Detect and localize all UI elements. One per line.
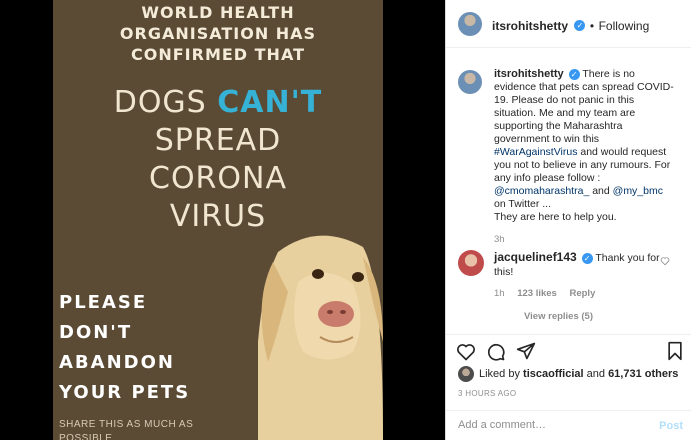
dog-illustration <box>258 235 383 440</box>
share-icon[interactable] <box>516 341 536 361</box>
commenter-avatar[interactable] <box>458 250 484 276</box>
who-line-1: WORLD HEALTH <box>141 3 295 22</box>
following-button[interactable]: Following <box>599 19 650 33</box>
please-line-3: ABANDON <box>59 352 175 373</box>
likes-summary: Liked by tiscaofficial and 61,731 others <box>479 368 678 380</box>
likes-others[interactable]: 61,731 others <box>608 368 678 380</box>
comment-input[interactable] <box>458 419 648 431</box>
caption-username[interactable]: itsrohitshetty <box>494 68 564 80</box>
headline-dogs: DOGS <box>113 85 218 120</box>
share-line-1: SHARE THIS AS MUCH AS <box>59 419 194 430</box>
headline-line-3: CORONA <box>149 161 287 196</box>
comment-meta: 1h 123 likes Reply <box>494 288 595 299</box>
post-header: itsrohitshetty ✓ • Following <box>446 0 691 48</box>
post-timestamp[interactable]: 3 HOURS AGO <box>458 389 516 398</box>
post-image[interactable]: WORLD HEALTH ORGANISATION HAS CONFIRMED … <box>53 0 383 440</box>
verified-badge-icon: ✓ <box>568 68 580 80</box>
please-line-2: DON'T <box>59 322 133 343</box>
verified-badge-icon: ✓ <box>574 20 586 32</box>
post-side-panel: itsrohitshetty ✓ • Following itsrohitshe… <box>445 0 691 440</box>
view-replies-button[interactable]: View replies (5) <box>524 311 593 322</box>
post-comment-button[interactable]: Post <box>659 420 683 432</box>
image-share-text: SHARE THIS AS MUCH AS POSSIBLE <box>59 418 193 440</box>
headline-cant: CAN'T <box>217 85 323 120</box>
caption-avatar[interactable] <box>458 70 482 94</box>
post-caption: itsrohitshetty ✓ There is no evidence th… <box>494 68 674 246</box>
liker-avatar[interactable] <box>458 366 474 382</box>
likes-and: and <box>586 368 605 380</box>
comment-likes[interactable]: 123 likes <box>517 288 557 299</box>
hashtag-link[interactable]: #WarAgainstVirus <box>494 146 577 158</box>
caption-text-4: They are here to help you. <box>494 211 617 223</box>
image-who-text: WORLD HEALTH ORGANISATION HAS CONFIRMED … <box>53 2 383 65</box>
author-avatar[interactable] <box>458 12 482 36</box>
image-please-text: PLEASE DON'T ABANDON YOUR PETS <box>59 288 190 408</box>
caption-time[interactable]: 3h <box>494 233 674 246</box>
comment-time[interactable]: 1h <box>494 288 505 299</box>
heart-icon[interactable] <box>456 342 476 362</box>
comment-icon[interactable] <box>486 342 506 362</box>
reply-button[interactable]: Reply <box>569 288 595 299</box>
comment: jacquelinef143 ✓ Thank you for this! <box>494 250 664 279</box>
who-line-2: ORGANISATION HAS <box>119 24 317 43</box>
add-comment-bar: Post <box>446 410 691 440</box>
image-headline: DOGS CAN'T SPREAD CORONA VIRUS <box>53 84 383 236</box>
liker-username[interactable]: tiscaofficial <box>523 368 584 380</box>
liked-by-prefix: Liked by <box>479 368 520 380</box>
share-line-2: POSSIBLE <box>59 433 113 440</box>
mention-link-2[interactable]: @my_bmc <box>613 185 663 197</box>
please-line-4: YOUR PETS <box>59 382 191 403</box>
author-username[interactable]: itsrohitshetty <box>492 19 568 33</box>
headline-line-2: SPREAD <box>154 123 282 158</box>
caption-text-3: on Twitter ... <box>494 198 551 210</box>
caption-text-and: and <box>592 185 610 197</box>
commenter-username[interactable]: jacquelinef143 <box>494 250 577 264</box>
verified-badge-icon: ✓ <box>581 252 593 264</box>
mention-link-1[interactable]: @cmomaharashtra_ <box>494 185 589 197</box>
small-heart-icon[interactable] <box>660 256 670 266</box>
header-separator: • <box>589 19 595 33</box>
who-line-3: CONFIRMED THAT <box>131 45 305 64</box>
please-line-1: PLEASE <box>59 292 148 313</box>
bookmark-icon[interactable] <box>666 341 684 361</box>
